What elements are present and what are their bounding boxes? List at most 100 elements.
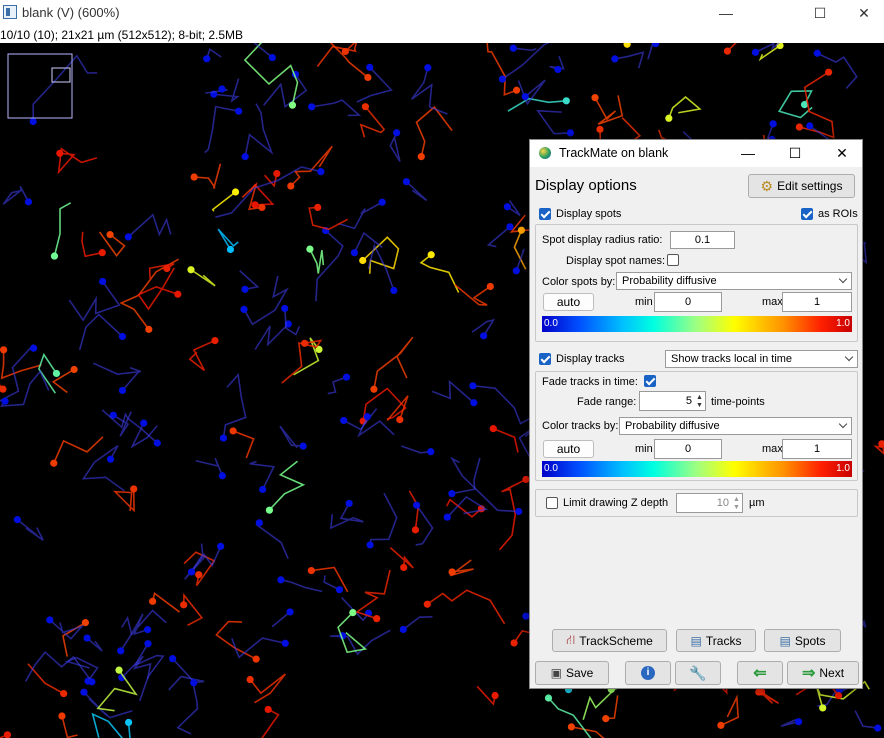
spots-colormap-bar: 0.0 1.0	[542, 316, 852, 332]
spinner-down-icon[interactable]: ▼	[695, 401, 704, 410]
track-line	[120, 615, 133, 652]
display-spots-checkbox[interactable]	[539, 208, 551, 220]
info-button[interactable]: i	[625, 661, 671, 685]
spots-table-label: Spots	[794, 633, 826, 648]
spots-min-input[interactable]: 0	[654, 292, 722, 312]
track-line	[614, 51, 645, 69]
display-tracks-label: Display tracks	[556, 353, 625, 365]
arrow-right-icon: ⇒	[801, 665, 816, 682]
spot-marker	[512, 267, 520, 275]
trackscheme-icon: ⛙	[566, 631, 576, 647]
spot-marker	[486, 282, 494, 291]
trackscheme-button[interactable]: ⛙ TrackScheme	[552, 629, 667, 652]
spot-marker	[794, 718, 803, 726]
spots-min-label: min	[635, 296, 653, 308]
fade-range-spinner[interactable]: 5 ▲ ▼	[639, 391, 706, 411]
tracks-min-input[interactable]: 0	[654, 439, 722, 459]
track-display-mode-select[interactable]: Show tracks local in time	[665, 350, 858, 368]
trackmate-dialog: TrackMate on blank — ☐ ✕ Display options…	[529, 139, 863, 689]
spots-auto-button[interactable]: auto	[543, 293, 594, 311]
spots-max-input[interactable]: 1	[782, 292, 852, 312]
dialog-minimize-button[interactable]: —	[728, 140, 768, 167]
limit-z-depth-checkbox[interactable]	[546, 497, 558, 509]
spot-marker	[273, 169, 281, 178]
dialog-close-button[interactable]: ✕	[822, 140, 862, 167]
as-rois-checkbox[interactable]	[801, 208, 813, 220]
track-line	[492, 427, 519, 453]
next-button[interactable]: ⇒ Next	[787, 661, 859, 685]
display-tracks-checkbox[interactable]	[539, 353, 551, 365]
close-button[interactable]: ✕	[841, 0, 884, 26]
spot-marker	[498, 75, 507, 83]
radius-ratio-input[interactable]: 0.1	[670, 231, 735, 249]
edit-settings-label: Edit settings	[777, 179, 843, 193]
track-line	[472, 385, 532, 425]
spinner-down-icon[interactable]: ▼	[732, 503, 741, 512]
spot-marker	[83, 634, 91, 642]
spot-marker	[265, 506, 274, 514]
spot-names-checkbox[interactable]	[667, 254, 679, 266]
track-line	[726, 43, 737, 52]
track-line	[353, 231, 383, 254]
spot-marker	[195, 571, 203, 579]
track-line	[243, 275, 290, 326]
track-line	[547, 697, 592, 738]
spots-max-label: max	[762, 296, 783, 308]
track-line	[373, 336, 414, 390]
spot-marker	[149, 597, 157, 605]
spot-marker	[231, 188, 240, 196]
tracks-table-button[interactable]: ▤ Tracks	[676, 629, 756, 652]
spot-marker	[427, 448, 435, 456]
spots-table-button[interactable]: ▤ Spots	[764, 629, 841, 652]
track-line	[401, 445, 431, 454]
spot-marker	[361, 103, 369, 111]
spot-marker	[366, 63, 374, 71]
track-line	[854, 710, 878, 729]
previous-button[interactable]: ⇐	[737, 661, 783, 685]
spot-marker	[240, 305, 248, 314]
track-line	[755, 43, 781, 54]
track-line	[249, 460, 276, 490]
minimize-button[interactable]: —	[703, 0, 749, 26]
spot-marker	[443, 513, 451, 521]
spot-marker	[277, 576, 285, 584]
spot-marker	[340, 416, 348, 425]
track-line	[244, 103, 274, 157]
spot-marker	[235, 107, 243, 115]
fade-tracks-checkbox[interactable]	[644, 375, 656, 387]
spot-marker	[602, 715, 610, 723]
tracks-max-input[interactable]: 1	[782, 439, 852, 459]
zoom-navigator-frame[interactable]	[7, 53, 73, 119]
track-line	[311, 99, 362, 117]
tools-button[interactable]: 🔧	[675, 661, 721, 685]
edit-settings-button[interactable]: ⚙ Edit settings	[748, 174, 855, 198]
save-button[interactable]: ▣ Save	[535, 661, 609, 685]
tracks-auto-button[interactable]: auto	[543, 440, 594, 458]
spot-marker	[317, 168, 325, 176]
spot-marker	[252, 655, 260, 663]
track-line	[402, 616, 433, 631]
z-depth-spinner[interactable]: 10 ▲ ▼	[676, 493, 743, 513]
limit-z-depth-label: Limit drawing Z depth	[563, 497, 669, 509]
track-line	[261, 708, 280, 738]
track-line	[816, 52, 858, 90]
zdepth-panel: Limit drawing Z depth 10 ▲ ▼ µm	[535, 489, 858, 517]
track-line	[0, 343, 35, 402]
track-line	[168, 675, 205, 691]
spot-marker	[512, 86, 521, 94]
track-line	[188, 339, 216, 372]
spot-marker	[623, 43, 631, 48]
spot-marker	[448, 568, 456, 576]
color-tracks-by-select[interactable]: Probability diffusive	[619, 417, 852, 435]
color-spots-by-select[interactable]: Probability diffusive	[616, 272, 852, 290]
spot-marker	[717, 721, 725, 729]
track-line	[411, 67, 448, 115]
track-line	[359, 106, 386, 138]
maximize-button[interactable]: ☐	[797, 0, 843, 26]
track-line	[605, 695, 619, 720]
track-line	[486, 226, 511, 248]
track-line	[232, 430, 255, 459]
spot-marker	[874, 724, 882, 732]
spot-marker	[417, 152, 425, 161]
dialog-maximize-button[interactable]: ☐	[775, 140, 815, 167]
